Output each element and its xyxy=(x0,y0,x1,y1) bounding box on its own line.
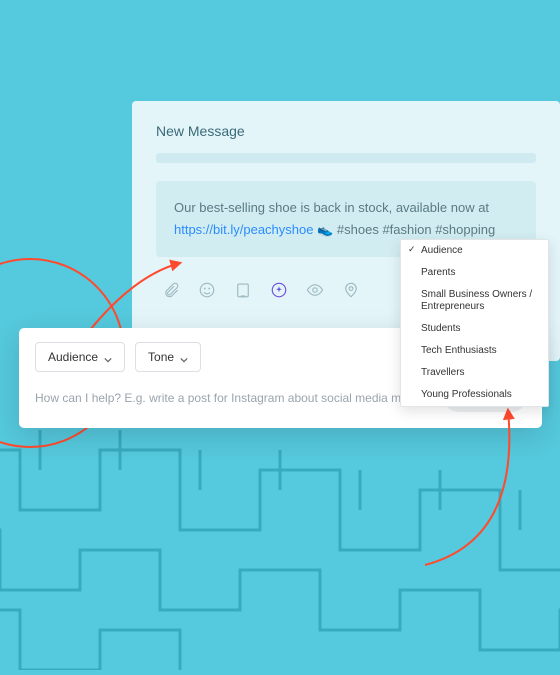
dropdown-item[interactable]: Tech Enthusiasts xyxy=(401,340,548,362)
visibility-icon[interactable] xyxy=(306,281,324,299)
card-icon[interactable] xyxy=(234,281,252,299)
dropdown-item[interactable]: Small Business Owners / Entrepreneurs xyxy=(401,284,548,318)
emoji-icon[interactable] xyxy=(198,281,216,299)
dropdown-item[interactable]: Travellers xyxy=(401,362,548,384)
chevron-down-icon xyxy=(104,353,112,361)
audience-dropdown-label: Audience xyxy=(48,350,98,364)
audience-dropdown-button[interactable]: Audience xyxy=(35,342,125,372)
tone-dropdown-label: Tone xyxy=(148,350,174,364)
attach-icon[interactable] xyxy=(162,281,180,299)
audience-dropdown-menu: AudienceParentsSmall Business Owners / E… xyxy=(400,239,549,407)
background-pattern xyxy=(0,410,560,670)
dropdown-item[interactable]: Parents xyxy=(401,262,548,284)
tone-dropdown-button[interactable]: Tone xyxy=(135,342,201,372)
location-icon[interactable] xyxy=(342,281,360,299)
panel-title: New Message xyxy=(156,123,536,139)
account-selector-placeholder[interactable] xyxy=(156,153,536,163)
chevron-down-icon xyxy=(180,353,188,361)
message-text-post: #shoes #fashion #shopping xyxy=(333,222,495,237)
ai-sparkle-icon[interactable] xyxy=(270,281,288,299)
message-link[interactable]: https://bit.ly/peachyshoe xyxy=(174,222,313,237)
dropdown-item[interactable]: Audience xyxy=(401,240,548,262)
shoe-emoji: 👟 xyxy=(317,222,333,237)
message-text-pre: Our best-selling shoe is back in stock, … xyxy=(174,200,489,215)
ai-prompt-input[interactable] xyxy=(35,391,432,405)
dropdown-item[interactable]: Young Professionals xyxy=(401,384,548,406)
dropdown-item[interactable]: Students xyxy=(401,318,548,340)
